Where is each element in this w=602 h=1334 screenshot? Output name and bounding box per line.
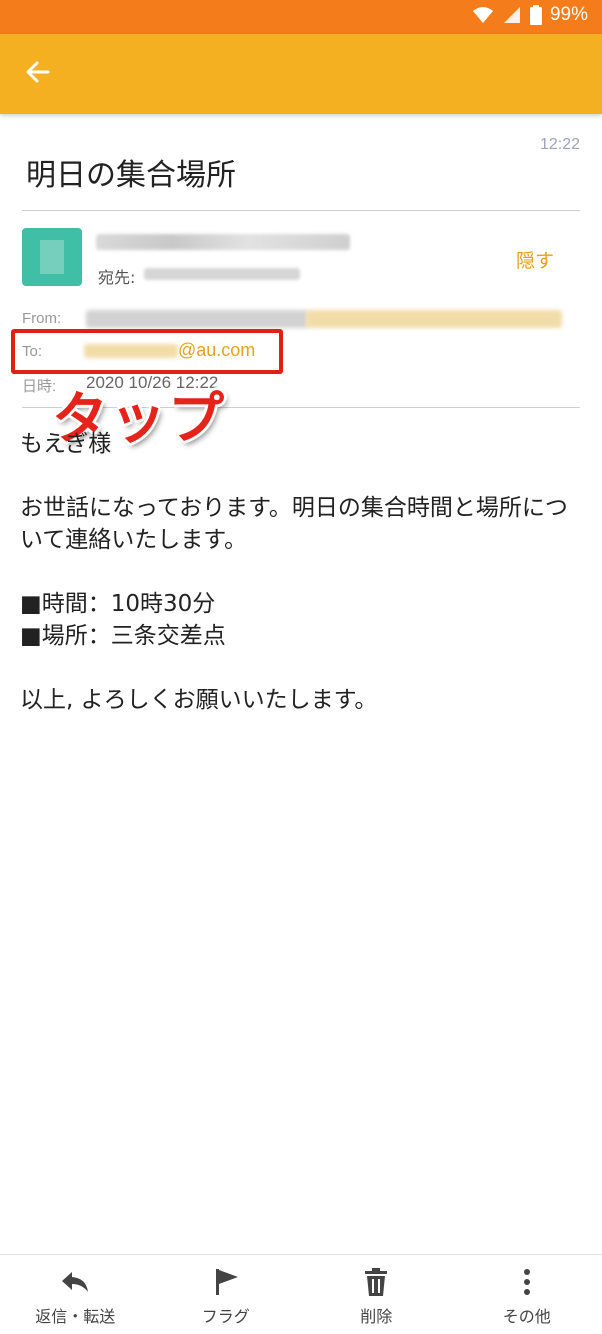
bottom-toolbar: 返信・転送 フラグ 削除 その他: [0, 1254, 602, 1334]
recipient-redacted: [144, 268, 300, 280]
flag-button[interactable]: フラグ: [151, 1255, 302, 1334]
more-label: その他: [502, 1307, 551, 1326]
from-label: From:: [22, 310, 62, 327]
avatar[interactable]: [22, 228, 82, 286]
body-place-line: ■場所：三条交差点: [20, 623, 226, 649]
trash-icon: [363, 1267, 389, 1297]
arrow-left-icon: [24, 58, 52, 90]
from-address-redacted[interactable]: [306, 310, 562, 328]
from-name-redacted: [86, 310, 308, 328]
reply-forward-button[interactable]: 返信・転送: [0, 1255, 151, 1334]
sender-name-redacted: [96, 234, 350, 250]
tap-highlight-box: [11, 329, 283, 374]
more-button[interactable]: その他: [452, 1255, 602, 1334]
reply-icon: [60, 1267, 90, 1297]
app-bar: [0, 34, 602, 114]
email-time: 12:22: [539, 136, 580, 153]
status-bar: 99%: [0, 0, 602, 34]
body-closing: 以上, よろしくお願いいたします。: [20, 687, 378, 713]
body-greeting: もえぎ様: [20, 431, 112, 457]
body-line: お世話になっております。明日の集合時間と場所について連絡いたします。: [20, 495, 568, 553]
wifi-icon: [472, 6, 494, 24]
flag-label: フラグ: [201, 1307, 250, 1326]
battery-percentage: 99%: [549, 4, 588, 25]
flag-icon: [212, 1267, 240, 1297]
divider: [22, 210, 580, 211]
back-button[interactable]: [20, 56, 56, 92]
delete-label: 削除: [360, 1307, 393, 1326]
recipient-label: 宛先:: [98, 268, 136, 287]
email-body: もえぎ様 お世話になっております。明日の集合時間と場所について連絡いたします。 …: [20, 428, 586, 716]
signal-icon: [502, 6, 522, 24]
delete-button[interactable]: 削除: [301, 1255, 452, 1334]
more-icon: [522, 1267, 532, 1297]
reply-forward-label: 返信・転送: [35, 1307, 116, 1326]
email-subject: 明日の集合場所: [26, 158, 236, 193]
body-time-line: ■時間：10時30分: [20, 591, 216, 617]
battery-icon: [529, 5, 542, 25]
hide-details-button[interactable]: 隠す: [516, 246, 554, 273]
status-icons: 99%: [472, 4, 588, 26]
